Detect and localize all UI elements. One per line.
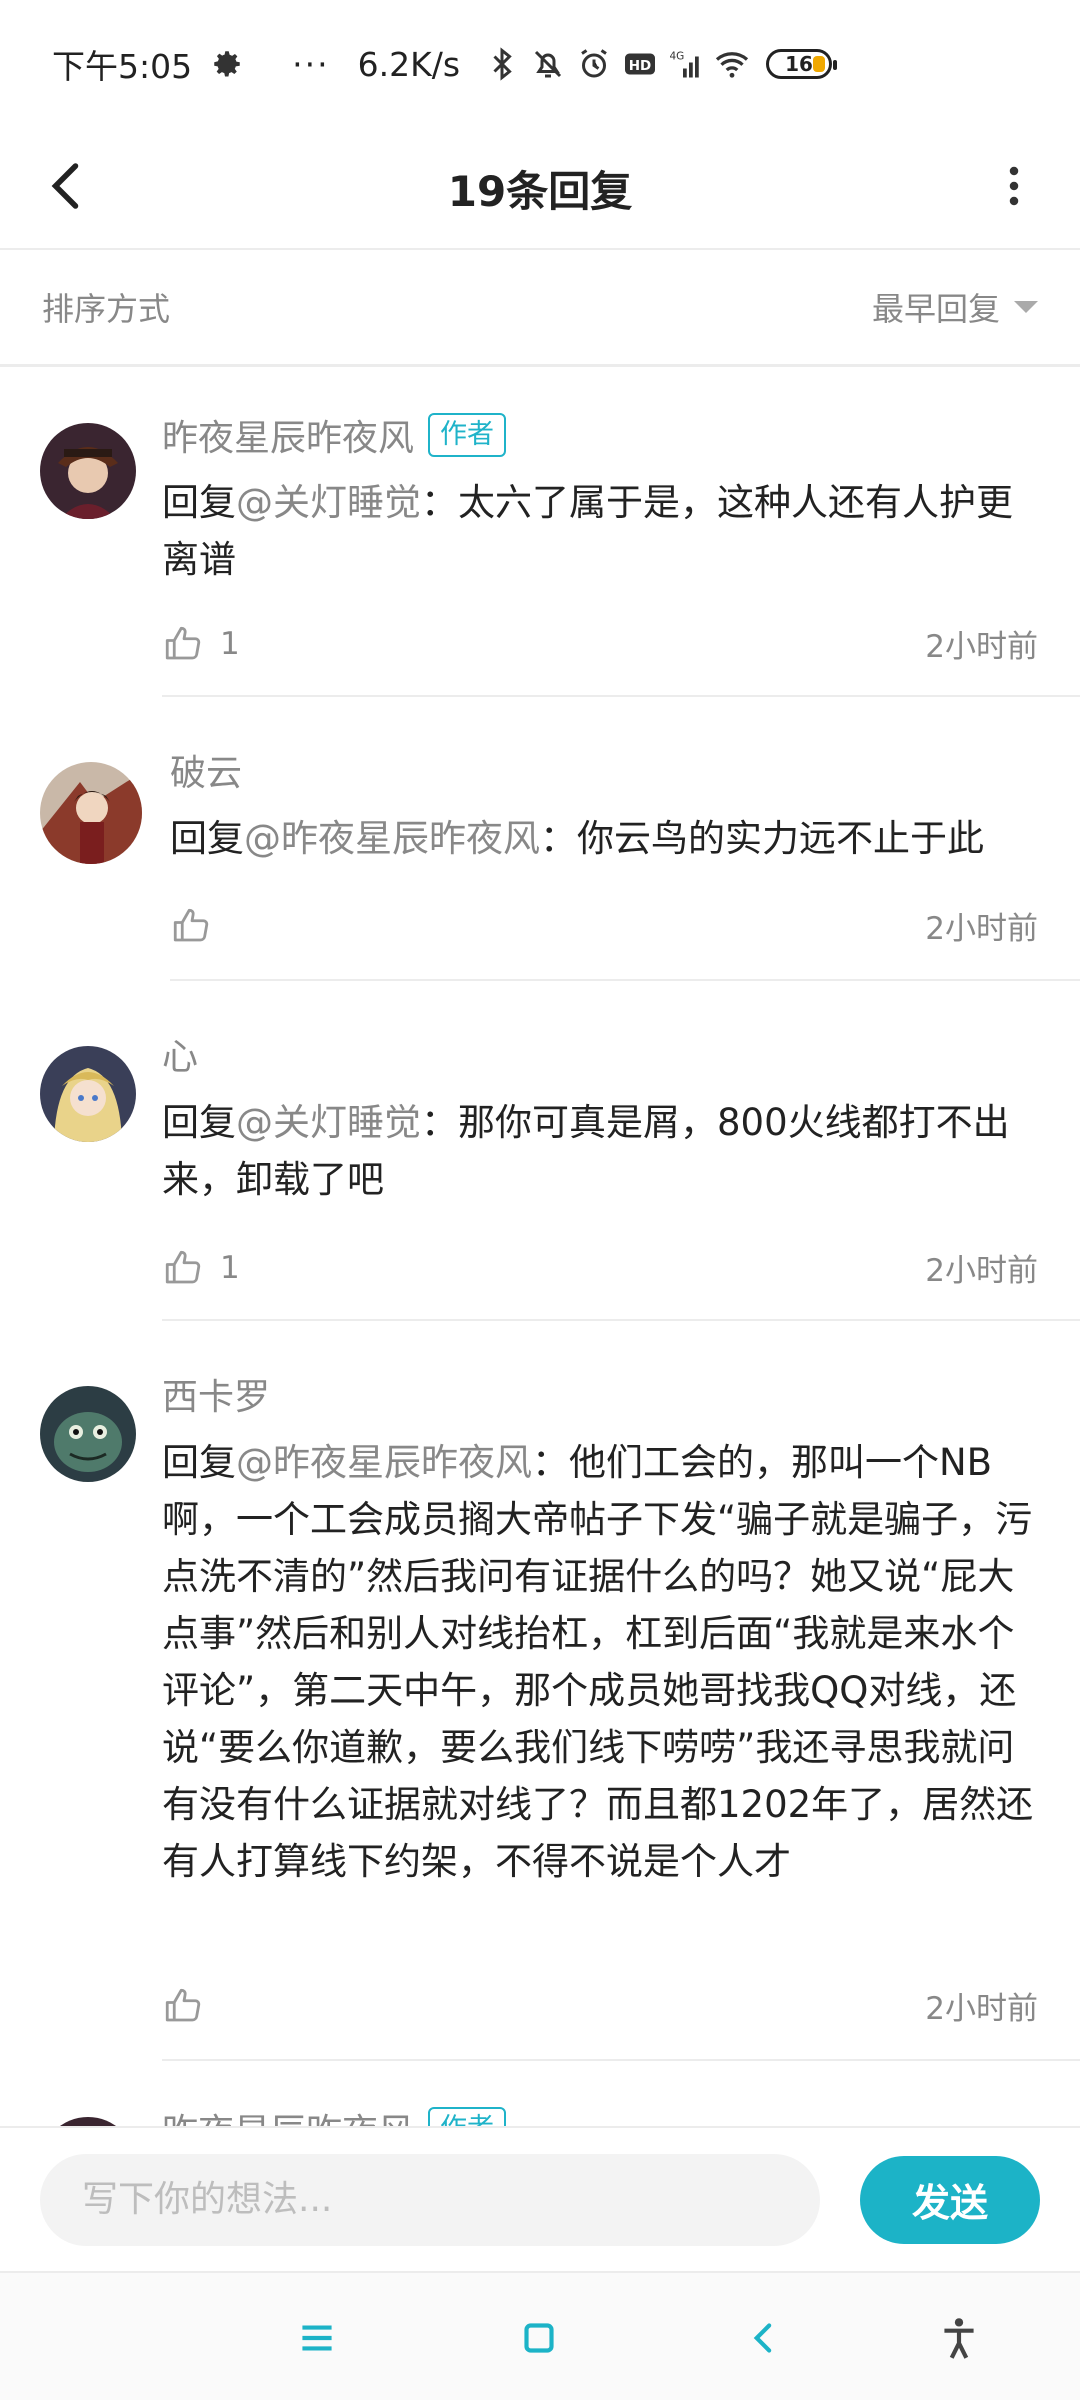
- send-button[interactable]: 发送: [860, 2155, 1040, 2244]
- reply-item: 破云 回复@昨夜星辰昨夜风：你云鸟的实力远不止于此 2小时前: [0, 697, 1080, 981]
- system-nav-bar: [0, 2271, 1080, 2400]
- reply-username[interactable]: 心: [162, 1028, 198, 1080]
- like-count: 1: [220, 1249, 240, 1286]
- avatar[interactable]: [40, 1046, 136, 1142]
- menu-icon[interactable]: [292, 2313, 342, 2363]
- reply-prefix: 回复: [162, 1441, 236, 1484]
- reply-username-row: 心: [162, 1028, 198, 1080]
- like-count: 1: [220, 625, 240, 662]
- comment-input-bar: 发送: [0, 2126, 1080, 2271]
- reply-username[interactable]: 昨夜星辰昨夜风: [162, 2103, 414, 2127]
- svg-text:HD: HD: [629, 58, 652, 74]
- reply-item: 昨夜星辰昨夜风 作者 回复@关灯睡觉：太六了属于是，这种人还有人护更离谱 1 2…: [0, 367, 1080, 697]
- reply-mention[interactable]: @关灯睡觉: [236, 1101, 421, 1144]
- battery-icon: 16: [766, 49, 838, 79]
- reply-username-row: 破云: [170, 744, 242, 796]
- reply-text: ：他们工会的，那叫一个NB啊，一个工会成员搁大帝帖子下发“骗子就是骗子，污点洗不…: [162, 1441, 1034, 1883]
- sort-dropdown[interactable]: 最早回复: [872, 284, 1038, 330]
- reply-mention[interactable]: @关灯睡觉: [236, 481, 421, 524]
- gear-icon: [214, 51, 240, 77]
- reply-username[interactable]: 昨夜星辰昨夜风: [162, 409, 414, 461]
- reply-item: 西卡罗 回复@昨夜星辰昨夜风：他们工会的，那叫一个NB啊，一个工会成员搁大帝帖子…: [0, 1321, 1080, 2061]
- avatar[interactable]: [40, 1386, 136, 1482]
- status-bar: 下午5:05 ··· 6.2K/s HD 4G 16: [0, 0, 1080, 128]
- reply-prefix: 回复: [162, 1101, 236, 1144]
- battery-level: 16: [785, 52, 813, 76]
- reply-actions: 2小时前: [170, 903, 1038, 948]
- sort-value: 最早回复: [871, 290, 1000, 328]
- like-button[interactable]: [162, 1985, 220, 2027]
- reply-time: 2小时前: [925, 1991, 1038, 2027]
- reply-actions: 2小时前: [162, 1983, 1038, 2028]
- reply-content: 回复@关灯睡觉：太六了属于是，这种人还有人护更离谱: [162, 474, 1042, 588]
- reply-prefix: 回复: [170, 817, 244, 860]
- reply-text: ：你云鸟的实力远不止于此: [540, 817, 984, 860]
- sort-label: 排序方式: [42, 290, 171, 328]
- svg-text:4G: 4G: [670, 51, 685, 63]
- reply-time: 2小时前: [925, 911, 1038, 947]
- back-chevron-icon[interactable]: [38, 156, 98, 216]
- header: 19条回复: [0, 128, 1080, 250]
- thumbs-up-icon: [165, 626, 201, 659]
- thumbs-up-icon: [173, 908, 209, 941]
- like-button[interactable]: [170, 905, 228, 947]
- reply-time: 2小时前: [925, 629, 1038, 665]
- reply-username-row: 昨夜星辰昨夜风 作者: [162, 409, 507, 461]
- reply-list[interactable]: 昨夜星辰昨夜风 作者 回复@关灯睡觉：太六了属于是，这种人还有人护更离谱 1 2…: [0, 367, 1080, 2127]
- status-time: 下午5:05: [52, 47, 193, 86]
- reply-username[interactable]: 西卡罗: [162, 1368, 270, 1420]
- hd-icon: HD: [625, 53, 656, 75]
- wifi-icon: [715, 52, 749, 78]
- reply-content: 回复@关灯睡觉：那你可真是屑，800火线都打不出来，卸载了吧: [162, 1094, 1042, 1208]
- reply-prefix: 回复: [162, 481, 236, 524]
- network-speed: 6.2K/s: [357, 44, 461, 84]
- author-badge: 作者: [428, 2107, 507, 2127]
- reply-username-row: 西卡罗: [162, 1368, 270, 1420]
- page-title: 19条回复: [447, 166, 633, 216]
- more-vertical-icon[interactable]: [984, 156, 1044, 216]
- comment-input[interactable]: [40, 2153, 820, 2246]
- mute-icon: [534, 50, 562, 78]
- thumbs-up-icon: [165, 1988, 201, 2021]
- reply-item: 心 回复@关灯睡觉：那你可真是屑，800火线都打不出来，卸载了吧 1 2小时前: [0, 981, 1080, 1321]
- bluetooth-icon: [493, 47, 512, 81]
- reply-item: 昨夜星辰昨夜风 作者: [0, 2061, 1080, 2127]
- avatar[interactable]: [40, 423, 136, 519]
- author-badge: 作者: [428, 413, 507, 457]
- signal-4g-icon: 4G: [670, 51, 699, 78]
- more-notifications-dots: ···: [292, 44, 330, 84]
- thumbs-up-icon: [165, 1250, 201, 1283]
- reply-mention[interactable]: @昨夜星辰昨夜风: [244, 817, 540, 860]
- reply-content: 回复@昨夜星辰昨夜风：你云鸟的实力远不止于此: [170, 810, 1050, 867]
- caret-down-icon: [1014, 301, 1038, 313]
- reply-actions: 1 2小时前: [162, 1245, 1038, 1290]
- reply-mention[interactable]: @昨夜星辰昨夜风: [236, 1441, 532, 1484]
- reply-actions: 1 2小时前: [162, 621, 1038, 666]
- like-button[interactable]: 1: [162, 623, 240, 665]
- back-icon[interactable]: [740, 2313, 790, 2363]
- avatar[interactable]: [40, 762, 142, 864]
- reply-username[interactable]: 破云: [170, 744, 242, 796]
- reply-username-row: 昨夜星辰昨夜风 作者: [162, 2103, 507, 2127]
- sort-bar: 排序方式 最早回复: [0, 250, 1080, 367]
- like-button[interactable]: 1: [162, 1247, 240, 1289]
- reply-content: 回复@昨夜星辰昨夜风：他们工会的，那叫一个NB啊，一个工会成员搁大帝帖子下发“骗…: [162, 1434, 1042, 1890]
- reply-time: 2小时前: [925, 1253, 1038, 1289]
- accessibility-icon[interactable]: [934, 2313, 984, 2363]
- home-square-icon[interactable]: [514, 2313, 564, 2363]
- alarm-icon: [581, 49, 607, 78]
